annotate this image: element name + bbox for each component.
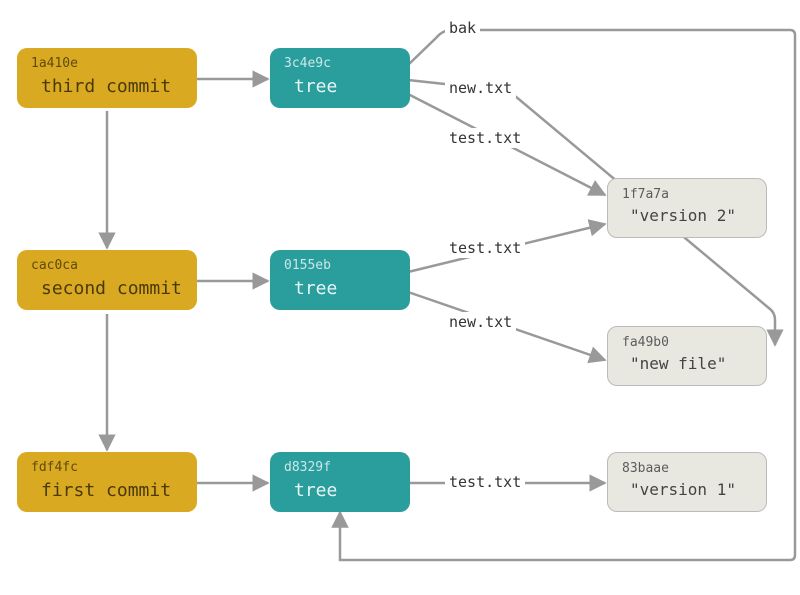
edge-label-test-txt: test.txt xyxy=(445,238,525,258)
commit-label: first commit xyxy=(31,477,183,502)
blob-hash: 83baae xyxy=(622,461,752,478)
tree-node-3c4e9c: 3c4e9c tree xyxy=(270,48,410,108)
blob-label: "version 2" xyxy=(622,204,752,227)
edge-label-test-txt: test.txt xyxy=(445,128,525,148)
commit-node-third: 1a410e third commit xyxy=(17,48,197,108)
blob-node-version1: 83baae "version 1" xyxy=(607,452,767,512)
tree-label: tree xyxy=(284,275,396,300)
blob-node-newfile: fa49b0 "new file" xyxy=(607,326,767,386)
tree-node-0155eb: 0155eb tree xyxy=(270,250,410,310)
edge-label-test-txt: test.txt xyxy=(445,472,525,492)
blob-label: "version 1" xyxy=(622,478,752,501)
tree-hash: d8329f xyxy=(284,460,396,477)
edge-label-bak: bak xyxy=(445,18,480,38)
commit-label: second commit xyxy=(31,275,183,300)
blob-hash: 1f7a7a xyxy=(622,187,752,204)
commit-hash: cac0ca xyxy=(31,258,183,275)
commit-hash: fdf4fc xyxy=(31,460,183,477)
blob-hash: fa49b0 xyxy=(622,335,752,352)
edge-label-new-txt: new.txt xyxy=(445,78,516,98)
commit-hash: 1a410e xyxy=(31,56,183,73)
edge-label-new-txt: new.txt xyxy=(445,312,516,332)
commit-node-second: cac0ca second commit xyxy=(17,250,197,310)
blob-node-version2: 1f7a7a "version 2" xyxy=(607,178,767,238)
tree-node-d8329f: d8329f tree xyxy=(270,452,410,512)
blob-label: "new file" xyxy=(622,352,752,375)
tree-hash: 3c4e9c xyxy=(284,56,396,73)
commit-label: third commit xyxy=(31,73,183,98)
commit-node-first: fdf4fc first commit xyxy=(17,452,197,512)
tree-hash: 0155eb xyxy=(284,258,396,275)
tree-label: tree xyxy=(284,73,396,98)
tree-label: tree xyxy=(284,477,396,502)
